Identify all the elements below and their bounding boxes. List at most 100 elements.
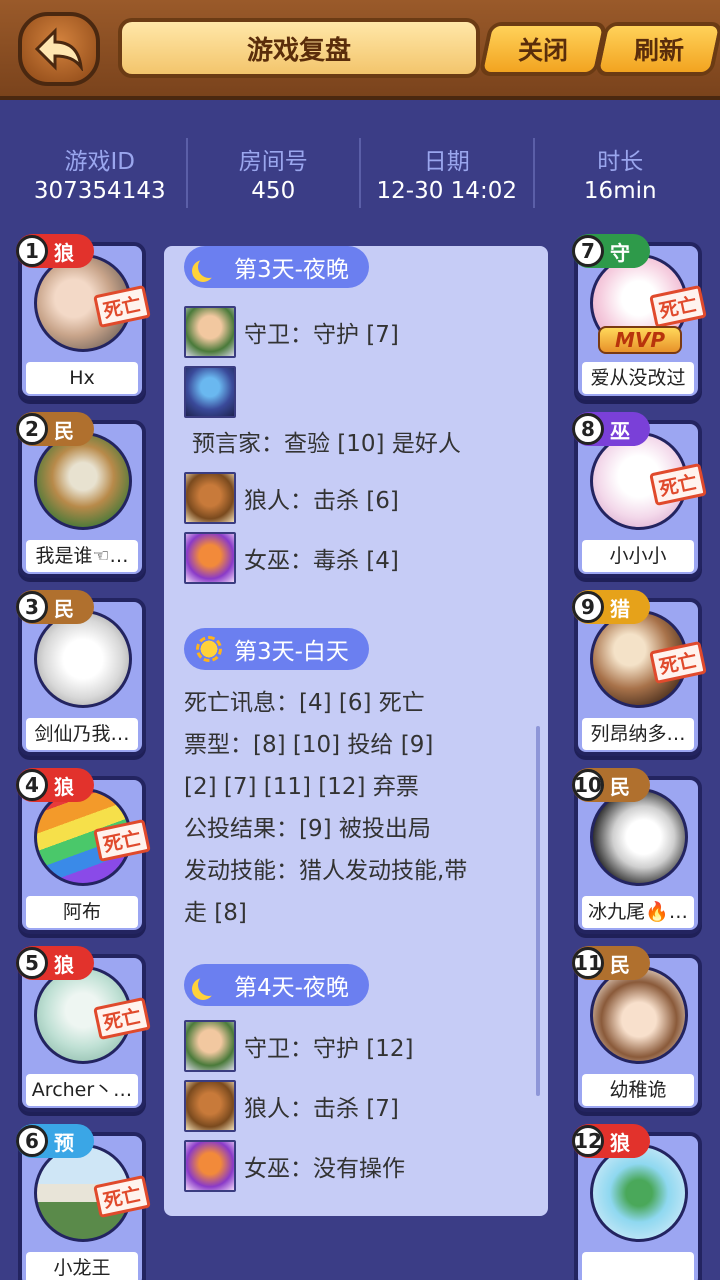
player-number: 1: [16, 235, 48, 267]
player-role: 狼: [54, 952, 74, 977]
info-duration: 时长 16min: [535, 138, 707, 208]
player-name: Hx: [26, 362, 138, 394]
player-card-6[interactable]: 6 预 死亡 小龙王: [16, 1124, 151, 1280]
avatar: [590, 788, 688, 886]
player-number: 11: [572, 947, 604, 979]
log-line: 票型：[8] [10] 投给 [9]: [184, 732, 434, 758]
log-entry: 女巫：毒杀 [4]: [184, 532, 524, 584]
player-badge: 6 预: [16, 1124, 94, 1158]
player-role: 狼: [54, 774, 74, 799]
player-role: 预: [54, 1130, 74, 1155]
player-number: 12: [572, 1125, 604, 1157]
player-card-10[interactable]: 10 民 冰九尾🔥…: [572, 768, 702, 934]
log-entry: [184, 366, 524, 418]
player-number: 10: [572, 769, 604, 801]
player-role: 狼: [610, 1130, 630, 1155]
player-role: 巫: [610, 418, 630, 443]
player-role: 狼: [54, 240, 74, 265]
log-text: 预言家：查验 [10] 是好人: [192, 431, 461, 457]
player-card-3[interactable]: 3 民 剑仙乃我…: [16, 590, 146, 756]
log-entry: 守卫：守护 [7]: [184, 306, 524, 358]
phase-title: 第3天-夜晚: [234, 257, 349, 283]
player-name: Archer丶…: [26, 1074, 138, 1106]
log-line: 走 [8]: [184, 900, 247, 926]
player-number: 3: [16, 591, 48, 623]
log-entry: 狼人：击杀 [6]: [184, 472, 524, 524]
info-label: 时长: [597, 149, 644, 175]
player-name: 我是谁☜…: [26, 540, 138, 572]
refresh-button[interactable]: 刷新: [594, 22, 720, 76]
info-label: 日期: [423, 149, 470, 175]
phase-header: 第3天-白天: [184, 628, 369, 670]
log-entry: 女巫：没有操作: [184, 1140, 524, 1192]
player-role: 守: [610, 240, 630, 265]
player-badge: 11 民: [572, 946, 650, 980]
player-card-4[interactable]: 4 狼 死亡 阿布: [16, 768, 151, 934]
player-number: 9: [572, 591, 604, 623]
day-summary: 死亡讯息：[4] [6] 死亡 票型：[8] [10] 投给 [9] [2] […: [184, 682, 524, 934]
player-name: 爱从没改过: [582, 362, 694, 394]
witch-role-icon: [184, 1140, 236, 1192]
info-label: 游戏ID: [64, 149, 136, 175]
log-line: 发动技能：猎人发动技能,带: [184, 858, 468, 884]
close-button[interactable]: 关闭: [478, 22, 608, 76]
title-plank: 游戏复盘: [118, 18, 480, 78]
info-game-id: 游戏ID 307354143: [14, 138, 188, 208]
guard-role-icon: [184, 1020, 236, 1072]
wolf-role-icon: [184, 472, 236, 524]
player-card-1[interactable]: 1 狼 死亡 Hx: [16, 234, 151, 400]
player-role: 民: [610, 774, 630, 799]
player-number: 5: [16, 947, 48, 979]
player-badge: 7 守: [572, 234, 650, 268]
phase-header: 第3天-夜晚: [184, 246, 369, 288]
player-badge: 2 民: [16, 412, 94, 446]
player-number: 7: [572, 235, 604, 267]
player-badge: 8 巫: [572, 412, 650, 446]
player-card-11[interactable]: 11 民 幼稚诡: [572, 946, 702, 1112]
wolf-role-icon: [184, 1080, 236, 1132]
player-badge: 10 民: [572, 768, 650, 802]
player-card-9[interactable]: 9 猎 死亡 列昂纳多…: [572, 590, 707, 756]
top-bar: 游戏复盘 关闭 刷新: [0, 0, 720, 100]
player-badge: 12 狼: [572, 1124, 650, 1158]
player-number: 8: [572, 413, 604, 445]
player-number: 4: [16, 769, 48, 801]
log-text: 女巫：没有操作: [244, 1156, 405, 1182]
player-card-5[interactable]: 5 狼 死亡 Archer丶…: [16, 946, 151, 1112]
player-badge: 9 猎: [572, 590, 650, 624]
player-card-8[interactable]: 8 巫 死亡 小小小: [572, 412, 707, 578]
info-value: 450: [251, 178, 296, 204]
log-line: [2] [7] [11] [12] 弃票: [184, 774, 419, 800]
seer-role-icon: [184, 366, 236, 418]
guard-role-icon: [184, 306, 236, 358]
avatar: [34, 432, 132, 530]
back-button[interactable]: [18, 12, 100, 86]
player-name: 列昂纳多…: [582, 718, 694, 750]
phase-title: 第4天-夜晚: [234, 975, 349, 1001]
player-badge: 5 狼: [16, 946, 94, 980]
avatar: [590, 966, 688, 1064]
player-role: 民: [54, 418, 74, 443]
player-role: 民: [54, 596, 74, 621]
player-card-7[interactable]: 7 守 死亡 MVP 爱从没改过: [572, 234, 707, 400]
phase-header: 第4天-夜晚: [184, 964, 369, 1006]
player-role: 猎: [610, 596, 630, 621]
witch-role-icon: [184, 532, 236, 584]
player-name: 剑仙乃我…: [26, 718, 138, 750]
game-log-panel[interactable]: 第3天-夜晚 守卫：守护 [7] 预言家：查验 [10] 是好人 狼人：击杀 […: [164, 246, 548, 1216]
moon-icon: [196, 972, 222, 998]
info-room: 房间号 450: [188, 138, 361, 208]
page-title: 游戏复盘: [246, 35, 351, 66]
game-log-list[interactable]: 第3天-夜晚 守卫：守护 [7] 预言家：查验 [10] 是好人 狼人：击杀 […: [184, 246, 524, 1192]
player-card-12[interactable]: 12 狼: [572, 1124, 702, 1280]
log-scrollbar[interactable]: [536, 726, 540, 1096]
avatar: [34, 610, 132, 708]
player-card-2[interactable]: 2 民 我是谁☜…: [16, 412, 146, 578]
info-value: 16min: [583, 178, 657, 204]
info-date: 日期 12-30 14:02: [361, 138, 535, 208]
log-text: 狼人：击杀 [7]: [244, 1096, 399, 1122]
player-badge: 4 狼: [16, 768, 94, 802]
back-arrow-icon: [35, 27, 83, 71]
log-text: 守卫：守护 [7]: [244, 322, 399, 348]
info-label: 房间号: [238, 149, 308, 175]
